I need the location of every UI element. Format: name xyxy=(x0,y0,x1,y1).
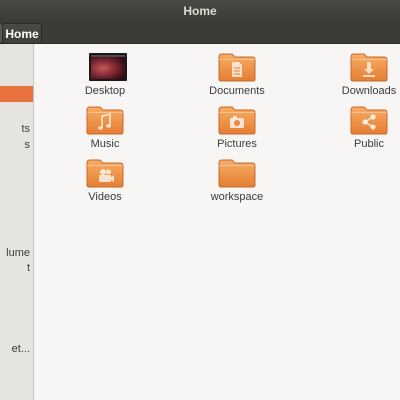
file-item-public[interactable]: Public xyxy=(327,97,400,150)
file-label: Videos xyxy=(88,191,122,203)
folder-music-icon xyxy=(86,106,124,135)
sidebar-item-label: et... xyxy=(11,343,30,355)
file-label: Downloads xyxy=(341,85,397,97)
desktop-thumbnail-icon xyxy=(86,52,127,82)
file-label: workspace xyxy=(210,191,264,203)
sidebar-item-label: lume xyxy=(6,247,30,259)
file-item-pictures[interactable]: Pictures xyxy=(195,97,279,150)
folder-pictures-icon xyxy=(218,106,256,135)
sidebar-item-label: ts xyxy=(21,123,30,135)
sidebar-item-device[interactable]: t xyxy=(0,260,33,276)
folder-videos-icon xyxy=(86,159,124,188)
file-item-music[interactable]: Music xyxy=(63,97,147,150)
file-item-videos[interactable]: Videos xyxy=(63,150,147,203)
sidebar-item-downloads[interactable]: s xyxy=(0,137,33,153)
folder-documents-icon xyxy=(218,53,256,82)
sidebar-item-documents[interactable]: ts xyxy=(0,121,33,137)
folder-icon xyxy=(218,159,256,188)
file-label: Public xyxy=(354,138,384,150)
file-label: Pictures xyxy=(217,138,257,150)
toolbar: Home xyxy=(0,22,400,44)
sidebar-item-network[interactable]: et... xyxy=(0,341,33,357)
file-item-downloads[interactable]: Downloads xyxy=(327,44,400,97)
file-view: Desktop Documents Downloads Music Pictur… xyxy=(35,44,400,400)
file-item-documents[interactable]: Documents xyxy=(195,44,279,97)
pathbar-home-button[interactable]: Home xyxy=(2,23,42,44)
file-label: Desktop xyxy=(84,85,126,97)
window-titlebar: Home xyxy=(0,0,400,22)
folder-public-icon xyxy=(350,106,388,135)
file-label: Music xyxy=(90,138,120,150)
sidebar-item-volume[interactable]: lume xyxy=(0,245,33,261)
sidebar: ts s lume t et... xyxy=(0,44,34,400)
file-label: Documents xyxy=(209,85,265,97)
sidebar-item-home[interactable] xyxy=(0,86,33,102)
sidebar-item-label: t xyxy=(26,262,30,274)
file-item-workspace[interactable]: workspace xyxy=(195,150,279,203)
sidebar-item-label: s xyxy=(24,139,31,151)
window-title: Home xyxy=(183,4,217,18)
file-item-desktop[interactable]: Desktop xyxy=(63,44,147,97)
folder-downloads-icon xyxy=(350,53,388,82)
